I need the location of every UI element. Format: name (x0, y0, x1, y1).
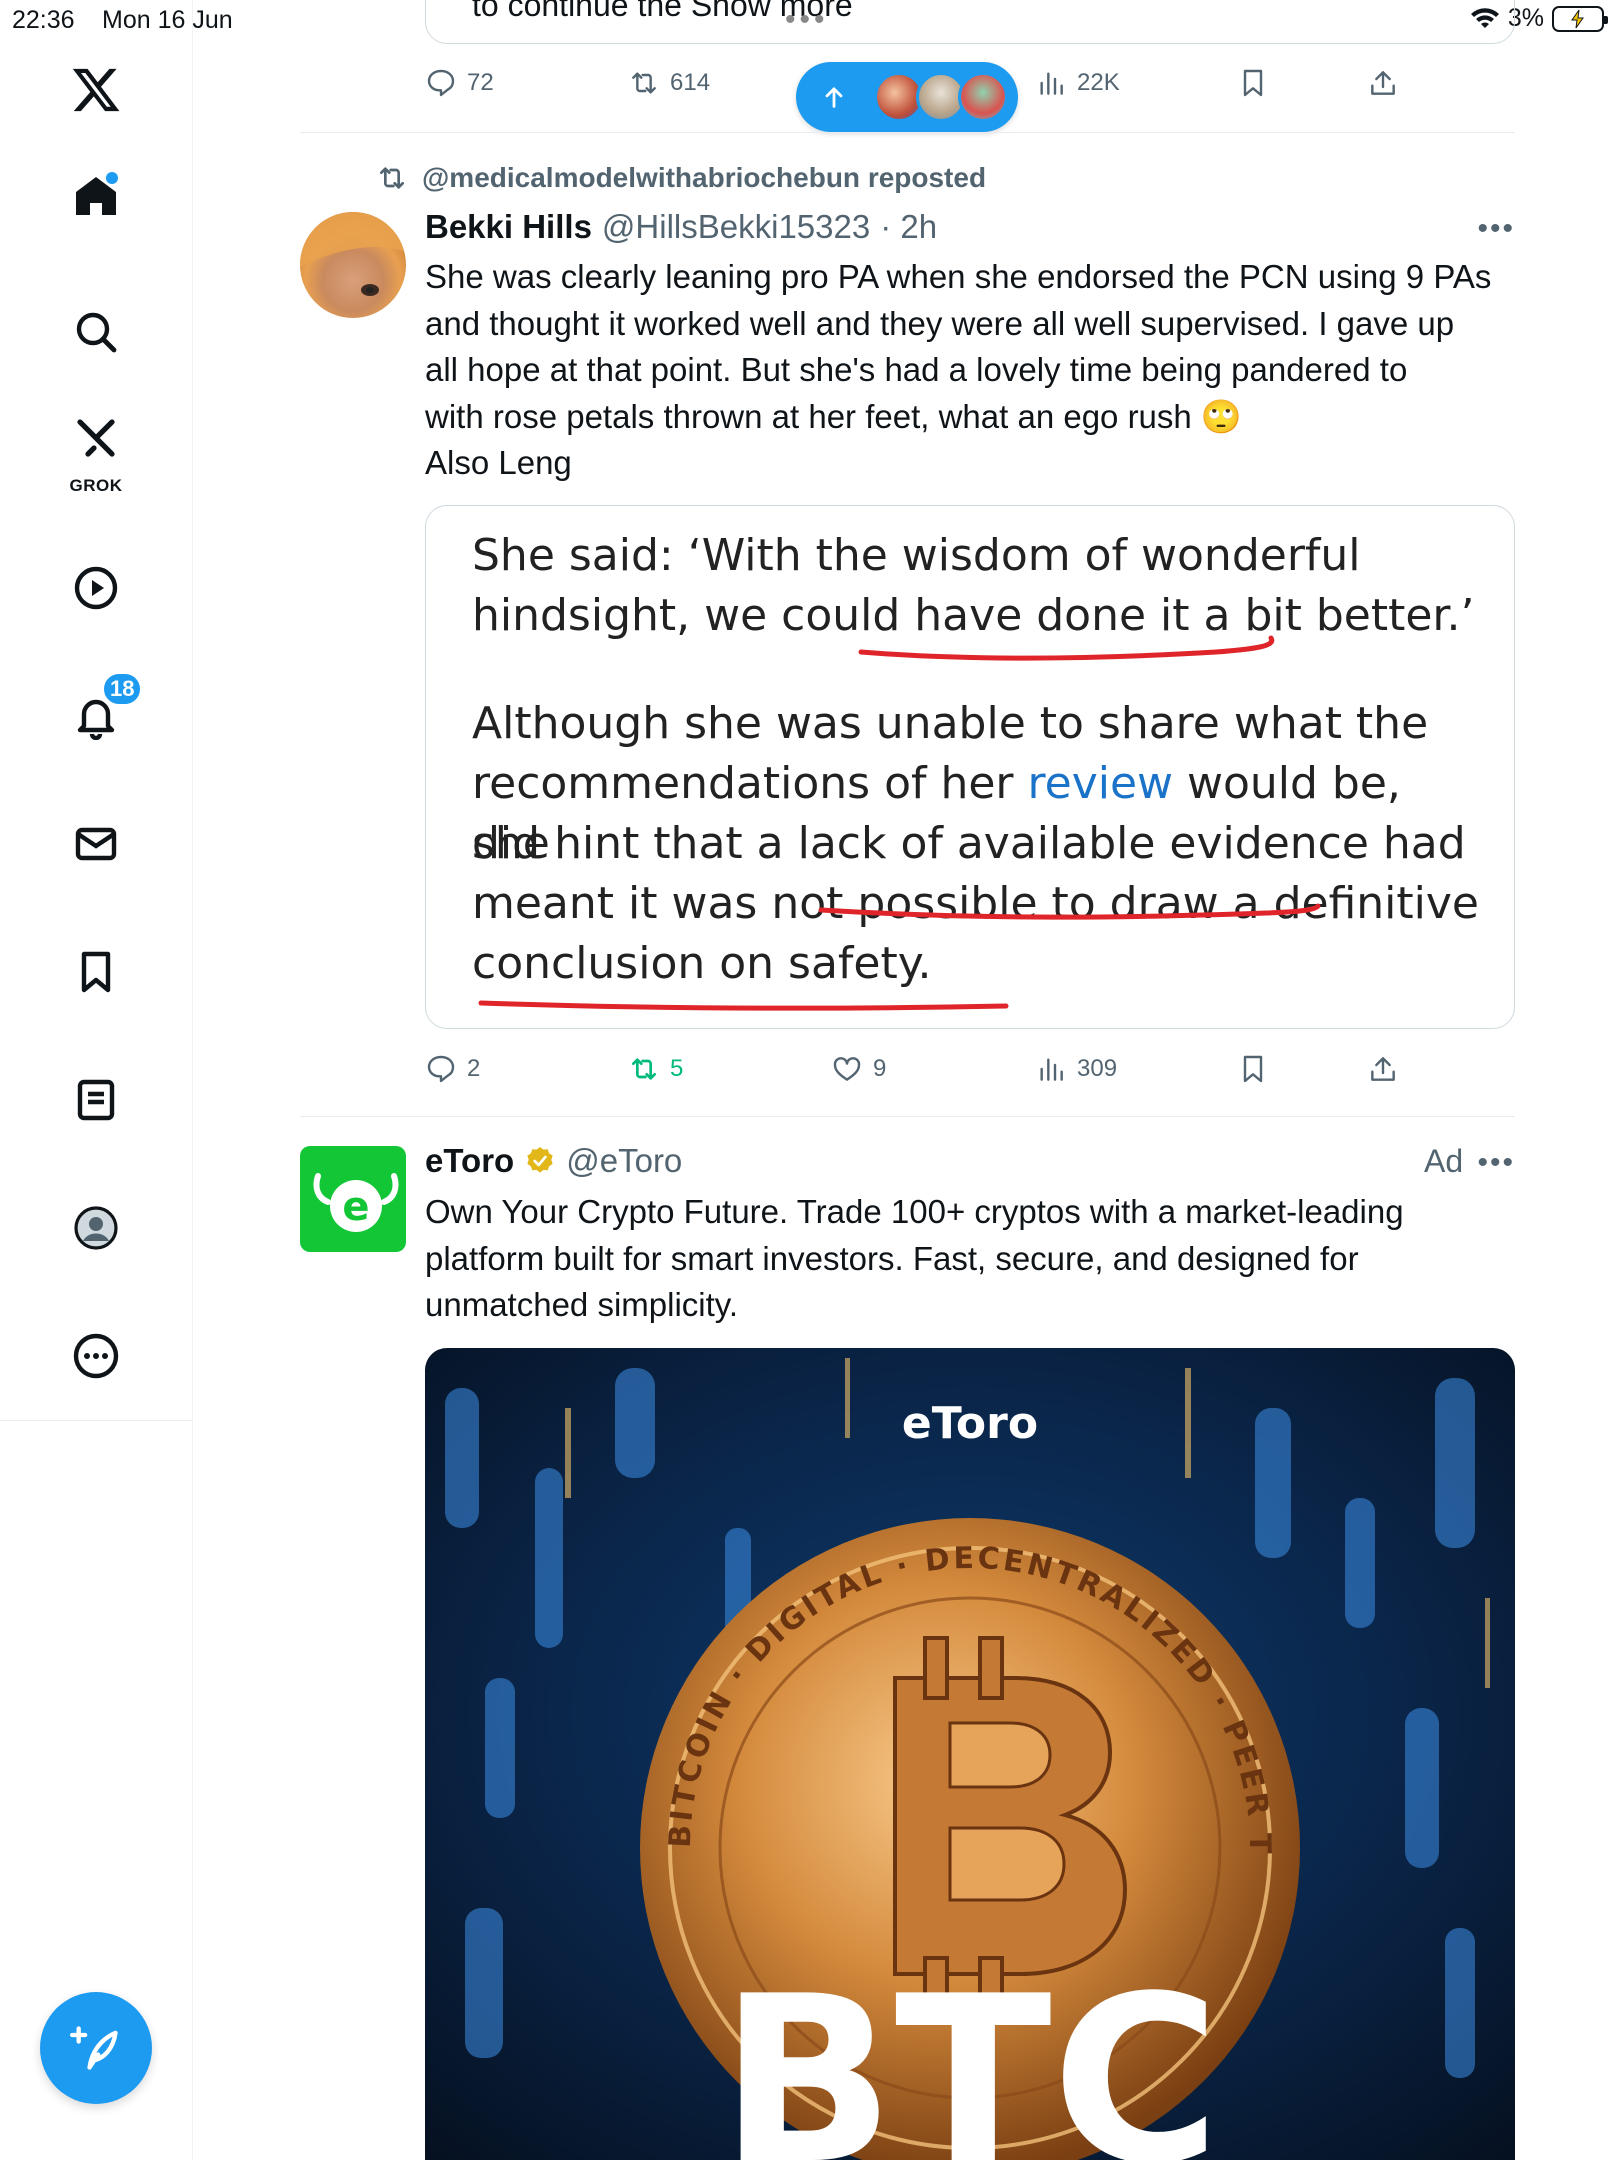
repost-count: 5 (670, 1055, 684, 1082)
ad-label: Ad (1424, 1143, 1464, 1179)
bookmark-icon (1243, 69, 1263, 97)
repost-indicator[interactable]: @medicalmodelwithabriochebun reposted (376, 162, 986, 194)
sidebar-item-profile[interactable] (46, 1178, 146, 1278)
views-button[interactable]: 22K (1035, 58, 1120, 108)
sidebar-item-grok[interactable]: GROK (46, 400, 146, 500)
repost-button[interactable]: 5 (628, 1044, 683, 1094)
view-count: 309 (1077, 1055, 1118, 1082)
view-count: 22K (1077, 69, 1120, 96)
like-count: 9 (873, 1055, 887, 1082)
views-button[interactable]: 309 (1035, 1044, 1117, 1094)
author-avatar[interactable] (300, 212, 406, 318)
grok-label: GROK (69, 476, 123, 495)
bookmark-icon (81, 951, 111, 993)
notifications-badge: 18 (102, 672, 143, 706)
tweet-image-quote[interactable]: She said: ‘With the wisdom of wonderful … (425, 505, 1515, 1029)
ad-author-handle[interactable]: @eToro (566, 1142, 682, 1180)
svg-text:e: e (342, 1184, 369, 1230)
sidebar-item-notifications[interactable]: 18 (46, 666, 146, 766)
battery-icon (1552, 5, 1608, 32)
play-icon (74, 566, 118, 610)
more-circle-icon (73, 1333, 119, 1379)
search-icon (76, 312, 117, 353)
sidebar: GROK 18 (0, 0, 193, 2160)
list-icon (77, 1079, 115, 1121)
compose-feather-icon (70, 2026, 118, 2070)
tweet-line: and thought it worked well and they were… (425, 304, 1455, 342)
tweet-time[interactable]: · 2h (880, 208, 937, 246)
ad-line: unmatched simplicity. (425, 1286, 739, 1323)
repost-button[interactable]: 614 (628, 58, 710, 108)
sidebar-item-lists[interactable] (46, 1050, 146, 1150)
author-handle[interactable]: @HillsBekki15323 (602, 208, 870, 246)
x-logo-icon[interactable] (46, 40, 146, 140)
btc-big-text: BTC (720, 1948, 1221, 2160)
sidebar-item-home[interactable] (46, 146, 146, 246)
etoro-logo-text: eToro (902, 1398, 1038, 1449)
pill-avatar-3 (958, 72, 1008, 122)
sidebar-item-messages[interactable] (46, 794, 146, 894)
reply-count: 2 (467, 1055, 481, 1082)
tweet-line: all hope at that point. But she's had a … (425, 351, 1408, 388)
sidebar-item-search[interactable] (46, 282, 146, 382)
home-unread-dot (106, 172, 118, 184)
compose-button[interactable] (40, 1992, 152, 2104)
ad-more-button[interactable]: ••• (1477, 1146, 1515, 1180)
new-posts-pill[interactable] (796, 62, 1018, 132)
like-button[interactable]: 9 (831, 1044, 886, 1094)
profile-avatar-icon (74, 1206, 118, 1250)
author-name[interactable]: Bekki Hills (425, 208, 592, 246)
share-icon (1371, 71, 1395, 95)
truncated-media-card[interactable]: to continue the Show more (425, 0, 1515, 44)
share-icon (1371, 1057, 1395, 1081)
tweet-line: with rose petals thrown at her feet, wha… (425, 397, 1243, 435)
views-chart-icon (1040, 72, 1063, 95)
tweet-line: Also Leng (425, 444, 572, 481)
sidebar-item-videos[interactable] (46, 538, 146, 638)
repost-icon (380, 167, 404, 189)
feed-divider (300, 1116, 1515, 1117)
sidebar-item-bookmarks[interactable] (46, 922, 146, 1022)
etoro-avatar[interactable]: e (300, 1146, 406, 1252)
arrow-up-icon (825, 87, 843, 108)
share-button[interactable] (1367, 1044, 1399, 1094)
share-button[interactable] (1367, 58, 1399, 108)
ad-header: eToro @eToro (425, 1142, 682, 1180)
sidebar-divider (0, 1420, 192, 1421)
verified-badge-icon (527, 1147, 553, 1173)
repost-icon (632, 72, 656, 94)
reposted-tweet-actions: 2 5 9 309 (425, 1044, 1515, 1094)
repost-count: 614 (670, 69, 711, 96)
reply-icon (427, 69, 455, 97)
mail-icon (75, 827, 117, 861)
reply-icon (427, 1055, 455, 1083)
reply-button[interactable]: 72 (425, 58, 494, 108)
ad-line: platform built for smart investors. Fast… (425, 1239, 1359, 1277)
bookmark-icon (1243, 1055, 1263, 1083)
tweet-line: She was clearly leaning pro PA when she … (425, 258, 1492, 295)
heart-icon (833, 1057, 861, 1081)
ad-author-name[interactable]: eToro (425, 1142, 514, 1180)
tweet-more-button[interactable]: ••• (1477, 212, 1515, 246)
repost-by-text: @medicalmodelwithabriochebun reposted (422, 162, 987, 193)
ad-line: Own Your Crypto Future. Trade 100+ crypt… (425, 1193, 1404, 1230)
bookmark-button[interactable] (1237, 1044, 1269, 1094)
ad-body: Own Your Crypto Future. Trade 100+ crypt… (425, 1189, 1515, 1329)
feed-divider (300, 132, 1515, 133)
reply-count: 72 (467, 69, 494, 96)
drag-handle-dots: ••• (785, 3, 829, 36)
grok-icon (77, 419, 115, 457)
sidebar-item-more[interactable] (46, 1306, 146, 1406)
repost-icon (632, 1058, 656, 1080)
ad-bitcoin-image[interactable]: eToro BITCOIN · DIGITAL · DECENTRALIZED … (425, 1348, 1515, 2160)
red-underline-marks (478, 635, 1321, 1011)
views-chart-icon (1040, 1058, 1063, 1081)
tweet-header: Bekki Hills @HillsBekki15323 · 2h (425, 208, 937, 246)
reply-button[interactable]: 2 (425, 1044, 480, 1094)
bookmark-button[interactable] (1237, 58, 1269, 108)
tweet-body: She was clearly leaning pro PA when she … (425, 254, 1515, 487)
